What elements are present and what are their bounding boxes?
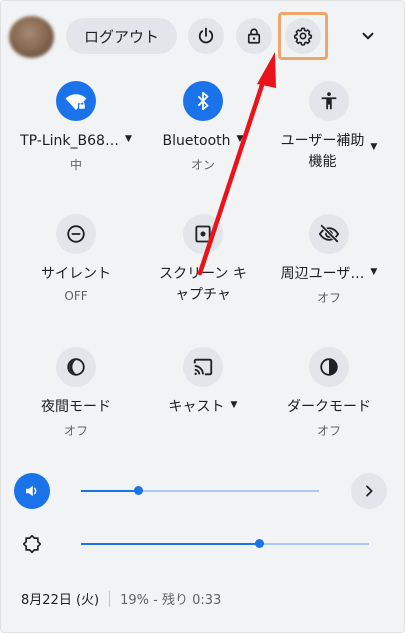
chevron-right-icon	[366, 485, 373, 497]
tile-dark-mode-status: オフ	[316, 424, 341, 438]
tile-night-light-status: オフ	[63, 424, 88, 438]
do-not-disturb-icon	[56, 214, 96, 254]
status-footer: 8月22日 (火) 19% - 残り 0:33	[21, 589, 221, 608]
volume-slider-thumb[interactable]	[133, 486, 143, 495]
settings-button[interactable]	[285, 18, 321, 54]
power-button[interactable]	[188, 18, 224, 54]
audio-settings-button[interactable]	[351, 473, 387, 509]
tile-wifi-label: TP-Link_B68…	[20, 133, 119, 149]
footer-divider	[109, 590, 111, 607]
date-label[interactable]: 8月22日 (火)	[21, 589, 99, 608]
tile-nearby-label: 周辺ユーザ…	[280, 266, 365, 282]
tile-dark-mode[interactable]: ダークモード オフ	[269, 347, 389, 439]
caret-down-icon[interactable]: ▼	[125, 131, 132, 147]
wifi-lock-icon	[56, 81, 96, 121]
screen-capture-icon	[183, 214, 223, 254]
tile-night-light-label: 夜間モード	[41, 399, 111, 415]
brightness-slider-thumb[interactable]	[255, 539, 265, 548]
tile-dnd-label: サイレント	[41, 266, 111, 282]
dark-mode-icon	[309, 347, 349, 387]
chevron-down-icon	[362, 32, 374, 40]
collapse-button[interactable]	[350, 18, 386, 54]
tile-wifi[interactable]: TP-Link_B68… ▼ 中	[16, 81, 136, 173]
quick-settings-panel: ログアウト TP-Link_B68… ▼ 中 Bluetooth ▼ オン ユー…	[0, 0, 405, 633]
bluetooth-icon	[183, 81, 223, 121]
tile-accessibility[interactable]: ユーザー補助 機能 ▼	[269, 81, 389, 173]
caret-down-icon[interactable]: ▼	[370, 264, 377, 280]
tile-wifi-status: 中	[69, 158, 82, 172]
tile-night-light[interactable]: 夜間モード オフ	[16, 347, 136, 439]
power-icon	[198, 27, 214, 44]
tile-screen-capture-label-1: スクリーン キ	[159, 266, 247, 282]
caret-down-icon[interactable]: ▼	[237, 131, 244, 147]
night-light-icon	[56, 347, 96, 387]
tile-bluetooth[interactable]: Bluetooth ▼ オン	[143, 81, 263, 173]
lock-icon	[247, 28, 261, 44]
nearby-share-icon	[309, 214, 349, 254]
tile-accessibility-label-2: 機能	[308, 154, 337, 170]
volume-icon	[26, 485, 37, 497]
brightness-button	[14, 526, 50, 562]
lock-button[interactable]	[236, 18, 272, 54]
tile-screen-capture[interactable]: スクリーン キ ャプチャ	[143, 214, 263, 306]
brightness-slider[interactable]	[81, 534, 369, 554]
accessibility-icon	[309, 81, 349, 121]
tile-nearby-share[interactable]: 周辺ユーザ… ▼ オフ	[269, 214, 389, 306]
volume-mute-button[interactable]	[14, 473, 50, 509]
caret-down-icon[interactable]: ▼	[231, 397, 238, 413]
tile-cast[interactable]: キャスト ▼	[143, 347, 263, 418]
logout-label: ログアウト	[83, 27, 159, 46]
logout-button[interactable]: ログアウト	[66, 18, 177, 54]
brightness-icon	[22, 534, 42, 554]
tile-nearby-status: オフ	[316, 291, 341, 305]
avatar[interactable]	[9, 16, 54, 58]
battery-status: 19% - 残り 0:33	[120, 593, 222, 608]
tile-bluetooth-status: オン	[190, 158, 215, 172]
tile-bluetooth-label: Bluetooth	[162, 133, 231, 149]
gear-icon	[293, 27, 313, 46]
tile-cast-label: キャスト	[168, 399, 225, 415]
volume-slider[interactable]	[81, 481, 319, 501]
caret-down-icon[interactable]: ▼	[370, 139, 377, 155]
tile-do-not-disturb[interactable]: サイレント OFF	[16, 214, 136, 303]
tile-dark-mode-label: ダークモード	[287, 399, 371, 415]
tile-dnd-status: OFF	[64, 289, 88, 303]
tile-screen-capture-label-2: ャプチャ	[175, 287, 231, 303]
cast-icon	[183, 347, 223, 387]
tile-accessibility-label-1: ユーザー補助	[280, 133, 365, 149]
